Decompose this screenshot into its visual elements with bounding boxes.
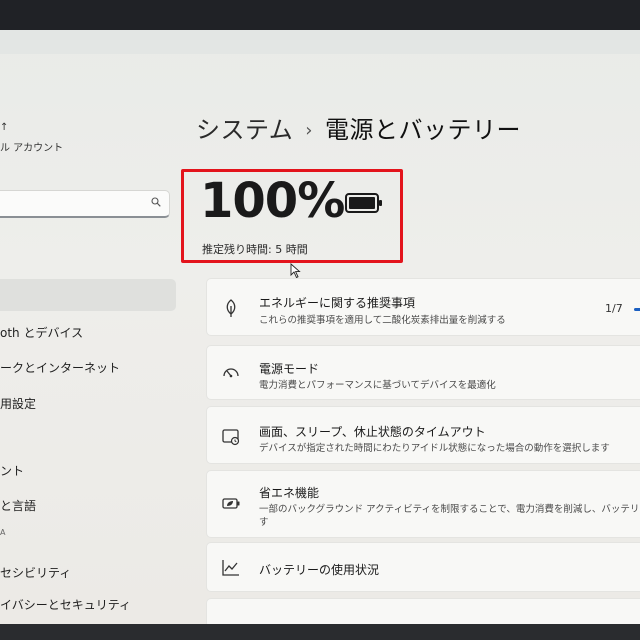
leaf-icon — [226, 299, 236, 317]
breadcrumb: システム › 電源とバッテリー — [196, 110, 521, 145]
sidebar-item-personalization[interactable]: 用設定 — [0, 395, 36, 412]
window-titlebar — [0, 30, 640, 54]
card-title: 画面、スリープ、休止状態のタイムアウト — [259, 425, 486, 439]
monitor-bezel-bottom — [0, 624, 640, 640]
card-title: 電源モード — [259, 362, 320, 376]
card-title: 省エネ機能 — [259, 486, 320, 500]
card-description: デバイスが指定された時間にわたりアイドル状態になった場合の動作を選択します — [259, 443, 610, 454]
chart-line-icon — [222, 560, 239, 576]
card-description: 一部のバックグラウンド アクティビティを制限することで、電力消費を削減し、バッテ… — [259, 504, 640, 515]
settings-window: ↑ ル アカウント oth とデバイス ークとインターネット 用設定 ント と言… — [0, 30, 640, 628]
card-description: これらの推奨事項を適用して二酸化炭素排出量を削減する — [259, 315, 506, 326]
breadcrumb-parent[interactable]: システム — [196, 116, 293, 144]
search-icon — [151, 197, 161, 207]
card-battery-usage[interactable]: バッテリーの使用状況 — [206, 542, 640, 592]
mouse-cursor-icon — [290, 263, 301, 279]
profile-name: ↑ — [0, 122, 9, 133]
card-screen-sleep-timeout[interactable]: 画面、スリープ、休止状態のタイムアウト デバイスが指定された時間にわたりアイドル… — [206, 406, 640, 464]
recommendation-counter: 1/7 — [605, 302, 623, 315]
sidebar-item-bluetooth[interactable]: oth とデバイス — [0, 324, 83, 341]
card-energy-saver[interactable]: 省エネ機能 一部のバックグラウンド アクティビティを制限することで、電力消費を削… — [206, 470, 640, 538]
card-title: バッテリーの使用状況 — [259, 563, 380, 577]
sidebar-item-gaming[interactable]: A — [0, 528, 5, 537]
sidebar-item-time-language[interactable]: と言語 — [0, 497, 36, 514]
card-title: エネルギーに関する推奨事項 — [259, 296, 416, 310]
profile-account-type: ル アカウント — [0, 143, 64, 154]
sidebar-item-privacy-security[interactable]: イバシーとセキュリティ — [0, 596, 131, 613]
energy-saver-icon — [222, 498, 240, 509]
screen-sleep-icon — [222, 429, 240, 446]
card-description-continued: す — [259, 517, 269, 528]
progress-indicator — [634, 308, 640, 311]
sidebar-item-network[interactable]: ークとインターネット — [0, 359, 120, 376]
card-energy-recommendations[interactable]: エネルギーに関する推奨事項 これらの推奨事項を適用して二酸化炭素排出量を削減する… — [206, 278, 640, 336]
page-title: 電源とバッテリー — [324, 116, 521, 144]
card-description: 電力消費とパフォーマンスに基づいてデバイスを最適化 — [259, 380, 496, 391]
sidebar-item-accounts[interactable]: ント — [0, 462, 24, 479]
sidebar-item-system-selected[interactable] — [0, 279, 176, 311]
monitor-bezel-top — [0, 0, 640, 30]
annotation-highlight-box — [181, 169, 403, 263]
breadcrumb-separator: › — [305, 120, 313, 141]
card-power-mode[interactable]: 電源モード 電力消費とパフォーマンスに基づいてデバイスを最適化 — [206, 345, 640, 400]
search-input[interactable] — [0, 190, 170, 218]
power-mode-icon — [223, 368, 239, 378]
sidebar-item-accessibility[interactable]: セシビリティ — [0, 564, 71, 581]
